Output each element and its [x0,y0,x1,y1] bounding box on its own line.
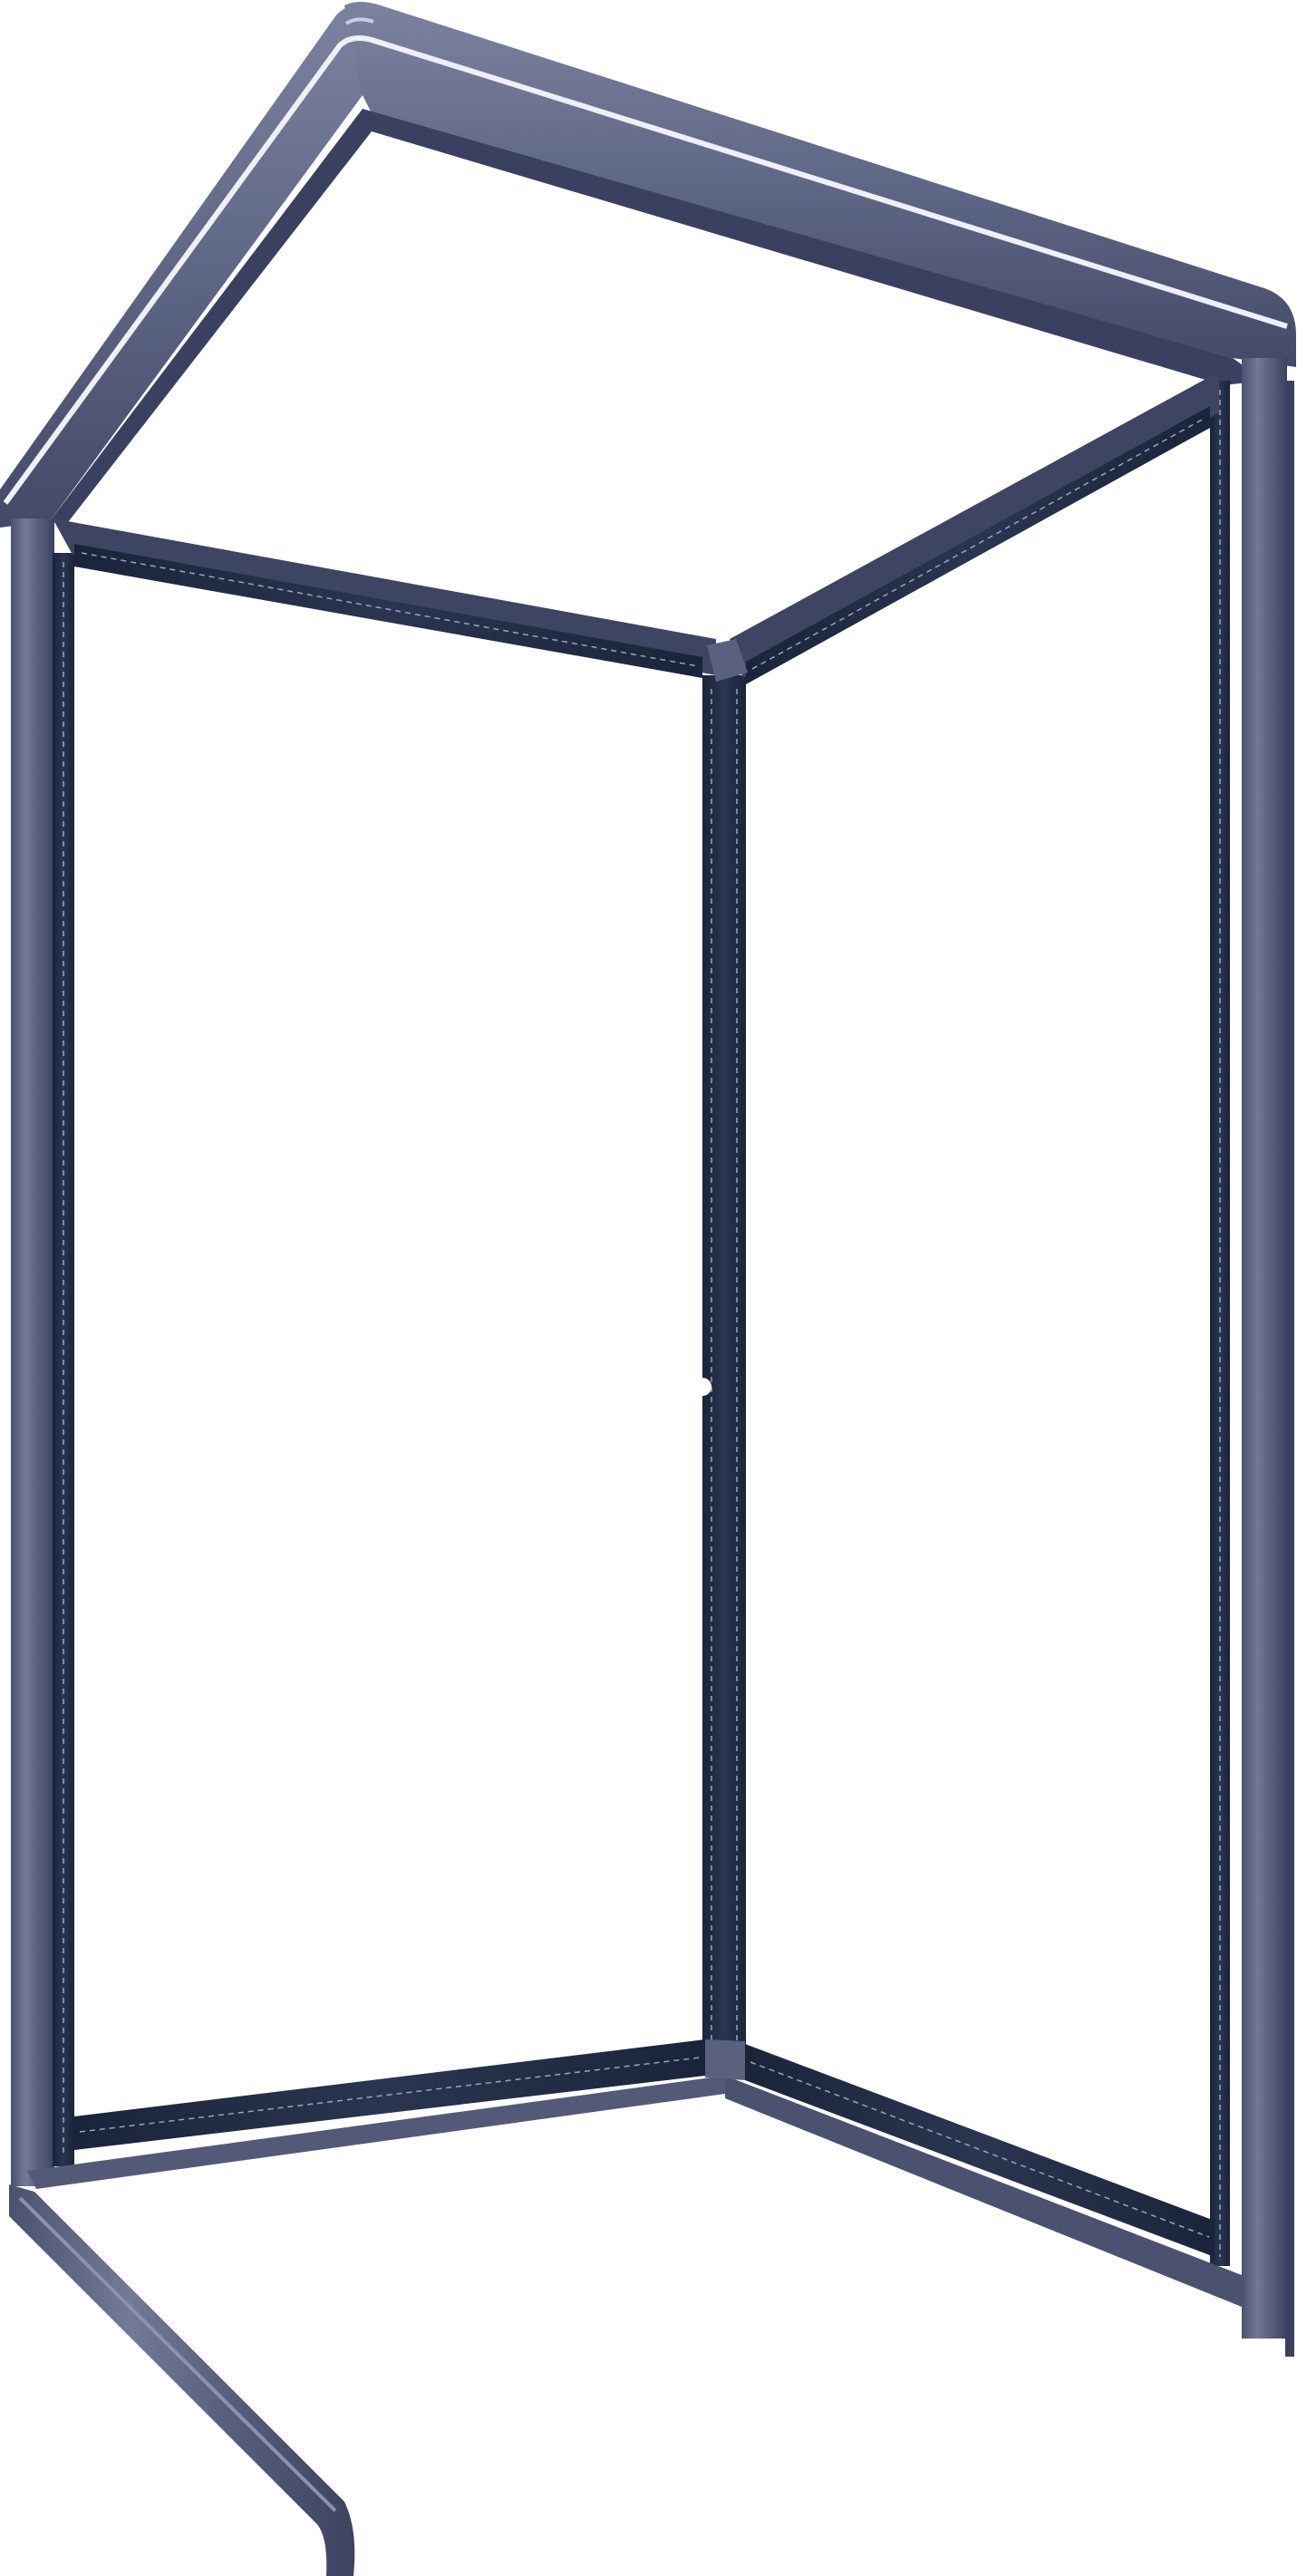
left-post-body [11,518,54,2186]
diagonal-leg-highlight [18,2196,337,2513]
top-rail-left-strip [74,544,702,678]
top-rail-right [730,372,1219,684]
top-rail-left [53,518,716,678]
bottom-rail-right-base [725,2076,1242,2307]
diagonal-leg-bar [9,2184,355,2576]
center-post [693,675,746,2071]
diagonal-leg [9,2184,355,2576]
bottom-corner-joint [705,2039,745,2080]
center-post-notch [693,1378,711,1396]
top-canopy-left-bar [0,4,381,528]
top-rail-right-strip [746,406,1210,684]
right-post-body [1242,358,1287,2339]
bottom-rail-right [725,2044,1242,2307]
right-post-edge [1285,381,1294,2357]
center-post-body [702,675,746,2071]
bottom-rail-left [27,2039,725,2189]
shower-frame-illustration [0,0,1297,2576]
top-canopy-right-bar [344,2,1296,367]
shower-frame-svg [0,2,1296,2576]
right-post [1210,358,1294,2357]
top-rail-left-stitch [81,552,699,667]
bottom-rail-right-strip [745,2044,1215,2257]
left-post [11,518,74,2186]
